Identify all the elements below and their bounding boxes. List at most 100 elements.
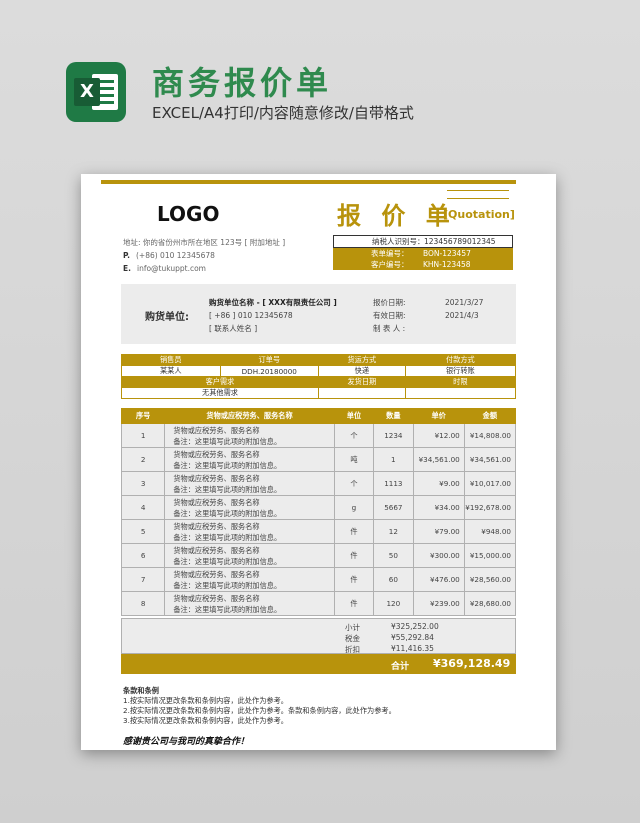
item-note: 备注：这里填写此项的附加信息。 [173,556,282,566]
item-price: ¥300.00 [412,543,465,568]
document-ids: 纳税人识别号： 123456789012345 表单编号： BON-123457… [333,235,513,270]
order-info-value-row: 某某人 DDH.20180000 快递 银行转账 [121,365,517,377]
tax-id-value: 123456789012345 [424,237,496,246]
email-value: info@tukuppt.com [136,264,206,273]
tax-row: 税金 ¥55,292.84 [345,633,485,644]
item-qty: 1234 [373,423,414,448]
item-amount: ¥192,678.00 [463,495,517,520]
thanks-note: 感谢贵公司与我司的真挚合作！ [123,737,250,747]
salesperson-header: 销售员 [121,354,221,366]
terms-line-3: 3.按实际情况更改条款和条例内容，此处作为参考。 [123,716,288,725]
item-qty: 1 [373,447,414,472]
phone-label: P. [123,251,130,260]
col-amount-header: 金额 [463,408,517,424]
buyer-panel: 购货单位: 购货单位名称 - [ XXX有限责任公司 ] [ +86 ] 010… [121,284,516,344]
item-price: ¥239.00 [412,591,465,616]
item-qty: 5667 [373,495,414,520]
item-price: ¥12.00 [412,423,465,448]
item-note: 备注：这里填写此项的附加信息。 [173,436,282,446]
item-no: 4 [120,495,166,520]
item-no: 3 [120,471,166,496]
item-note: 备注：这里填写此项的附加信息。 [173,580,282,590]
salesperson-value: 某某人 [121,365,221,377]
customer-number-label: 客户编号： [371,260,409,269]
col-price-header: 单价 [412,408,465,424]
item-name: 货物或应税劳务、服务名称 [173,425,260,435]
item-description: 货物或应税劳务、服务名称 备注：这里填写此项的附加信息。 [164,471,335,496]
item-description: 货物或应税劳务、服务名称 备注：这里填写此项的附加信息。 [164,519,335,544]
valid-date-value: 2021/4/3 [445,311,479,320]
table-row: 8 货物或应税劳务、服务名称 备注：这里填写此项的附加信息。件 120 ¥239.00 ¥… [120,591,517,616]
item-note: 备注：这里填写此项的附加信息。 [173,460,282,470]
form-number-label: 表单编号： [371,249,409,258]
buyer-label: 购货单位: [145,312,189,323]
item-qty: 120 [373,591,414,616]
document-title: 报 价 单 [337,202,456,230]
quote-date-label: 报价日期: [373,298,406,307]
excel-icon: X [66,62,126,122]
item-unit: 件 [333,591,375,616]
quote-meta: 报价日期: 2021/3/27 有效日期: 2021/4/3 制 表 人 : [373,296,513,335]
item-amount: ¥10,017.00 [463,471,517,496]
document-title-en: [Quotation] [443,208,515,221]
address-label: 地址: [123,238,141,247]
item-unit: 个 [333,423,375,448]
order-number-header: 订单号 [219,354,319,366]
maker-label: 制 表 人 : [373,324,406,333]
item-no: 5 [120,519,166,544]
item-name: 货物或应税劳务、服务名称 [173,449,260,459]
item-no: 6 [120,543,166,568]
item-unit: 个 [333,471,375,496]
quote-date-value: 2021/3/27 [445,298,484,307]
form-number-value: BON-123457 [423,249,471,258]
item-price: ¥34.00 [412,495,465,520]
shipping-method-value: 快递 [318,365,406,377]
items-header-row: 序号 货物或应税劳务、服务名称 单位 数量 单价 金额 [120,408,517,424]
subtotal-value: ¥325,252.00 [391,622,439,631]
item-amount: ¥15,000.00 [463,543,517,568]
item-name: 货物或应税劳务、服务名称 [173,521,260,531]
order-info-table: 销售员 订单号 货运方式 付款方式 某某人 DDH.20180000 快递 银行… [121,354,517,399]
item-note: 备注：这里填写此项的附加信息。 [173,532,282,542]
grand-total-label: 合计 [391,662,410,672]
item-note: 备注：这里填写此项的附加信息。 [173,604,282,614]
terms-title: 条款和条例 [123,686,159,695]
grand-total-value: ¥369,128.49 [433,657,511,670]
item-description: 货物或应税劳务、服务名称 备注：这里填写此项的附加信息。 [164,543,335,568]
discount-value: ¥11,416.35 [391,644,434,653]
item-amount: ¥948.00 [463,519,517,544]
phone-value: (+86) 010 12345678 [135,251,215,260]
table-row: 7 货物或应税劳务、服务名称 备注：这里填写此项的附加信息。件 60 ¥476.00 ¥2… [120,567,517,592]
col-name-header: 货物或应税劳务、服务名称 [164,408,335,424]
payment-method-header: 付款方式 [404,354,517,366]
item-description: 货物或应税劳务、服务名称 备注：这里填写此项的附加信息。 [164,591,335,616]
item-note: 备注：这里填写此项的附加信息。 [173,484,282,494]
item-description: 货物或应税劳务、服务名称 备注：这里填写此项的附加信息。 [164,423,335,448]
item-amount: ¥14,808.00 [463,423,517,448]
customer-needs-value: 无其他需求 [121,387,319,399]
buyer-name: 购货单位名称 - [ XXX有限责任公司 ] [209,298,337,307]
ship-date-header: 发货日期 [318,376,406,388]
email-label: E. [123,264,131,273]
item-name: 货物或应税劳务、服务名称 [173,569,260,579]
item-price: ¥34,561.00 [412,447,465,472]
valid-date-label: 有效日期: [373,311,406,320]
terms-line-2: 2.按实际情况更改条款和条例内容，此处作为参考。条款和条例内容，此处作为参考。 [123,706,396,715]
order-info-value-row-2: 无其他需求 [121,387,517,399]
page-title: 商务报价单 [152,64,333,102]
item-name: 货物或应税劳务、服务名称 [173,497,260,507]
subtotal-row: 小计 ¥325,252.00 [345,622,485,633]
item-name: 货物或应税劳务、服务名称 [173,593,260,603]
time-limit-header: 时限 [404,376,517,388]
tax-label: 税金 [345,634,360,643]
totals-panel: 小计 ¥325,252.00 税金 ¥55,292.84 折扣 ¥11,416.35 [121,618,516,654]
item-qty: 12 [373,519,414,544]
shipping-method-header: 货运方式 [318,354,406,366]
table-row: 3 货物或应税劳务、服务名称 备注：这里填写此项的附加信息。个 1113 ¥9.00 ¥1… [120,471,517,496]
subtotal-label: 小计 [345,623,360,632]
buyer-phone: [ +86 ] 010 12345678 [209,311,293,320]
buyer-contact: [ 联系人姓名 ] [209,324,258,333]
tax-id-row: 纳税人识别号： 123456789012345 [333,235,513,248]
item-name: 货物或应税劳务、服务名称 [173,473,260,483]
page-subtitle: EXCEL/A4打印/内容随意修改/自带格式 [152,104,414,122]
